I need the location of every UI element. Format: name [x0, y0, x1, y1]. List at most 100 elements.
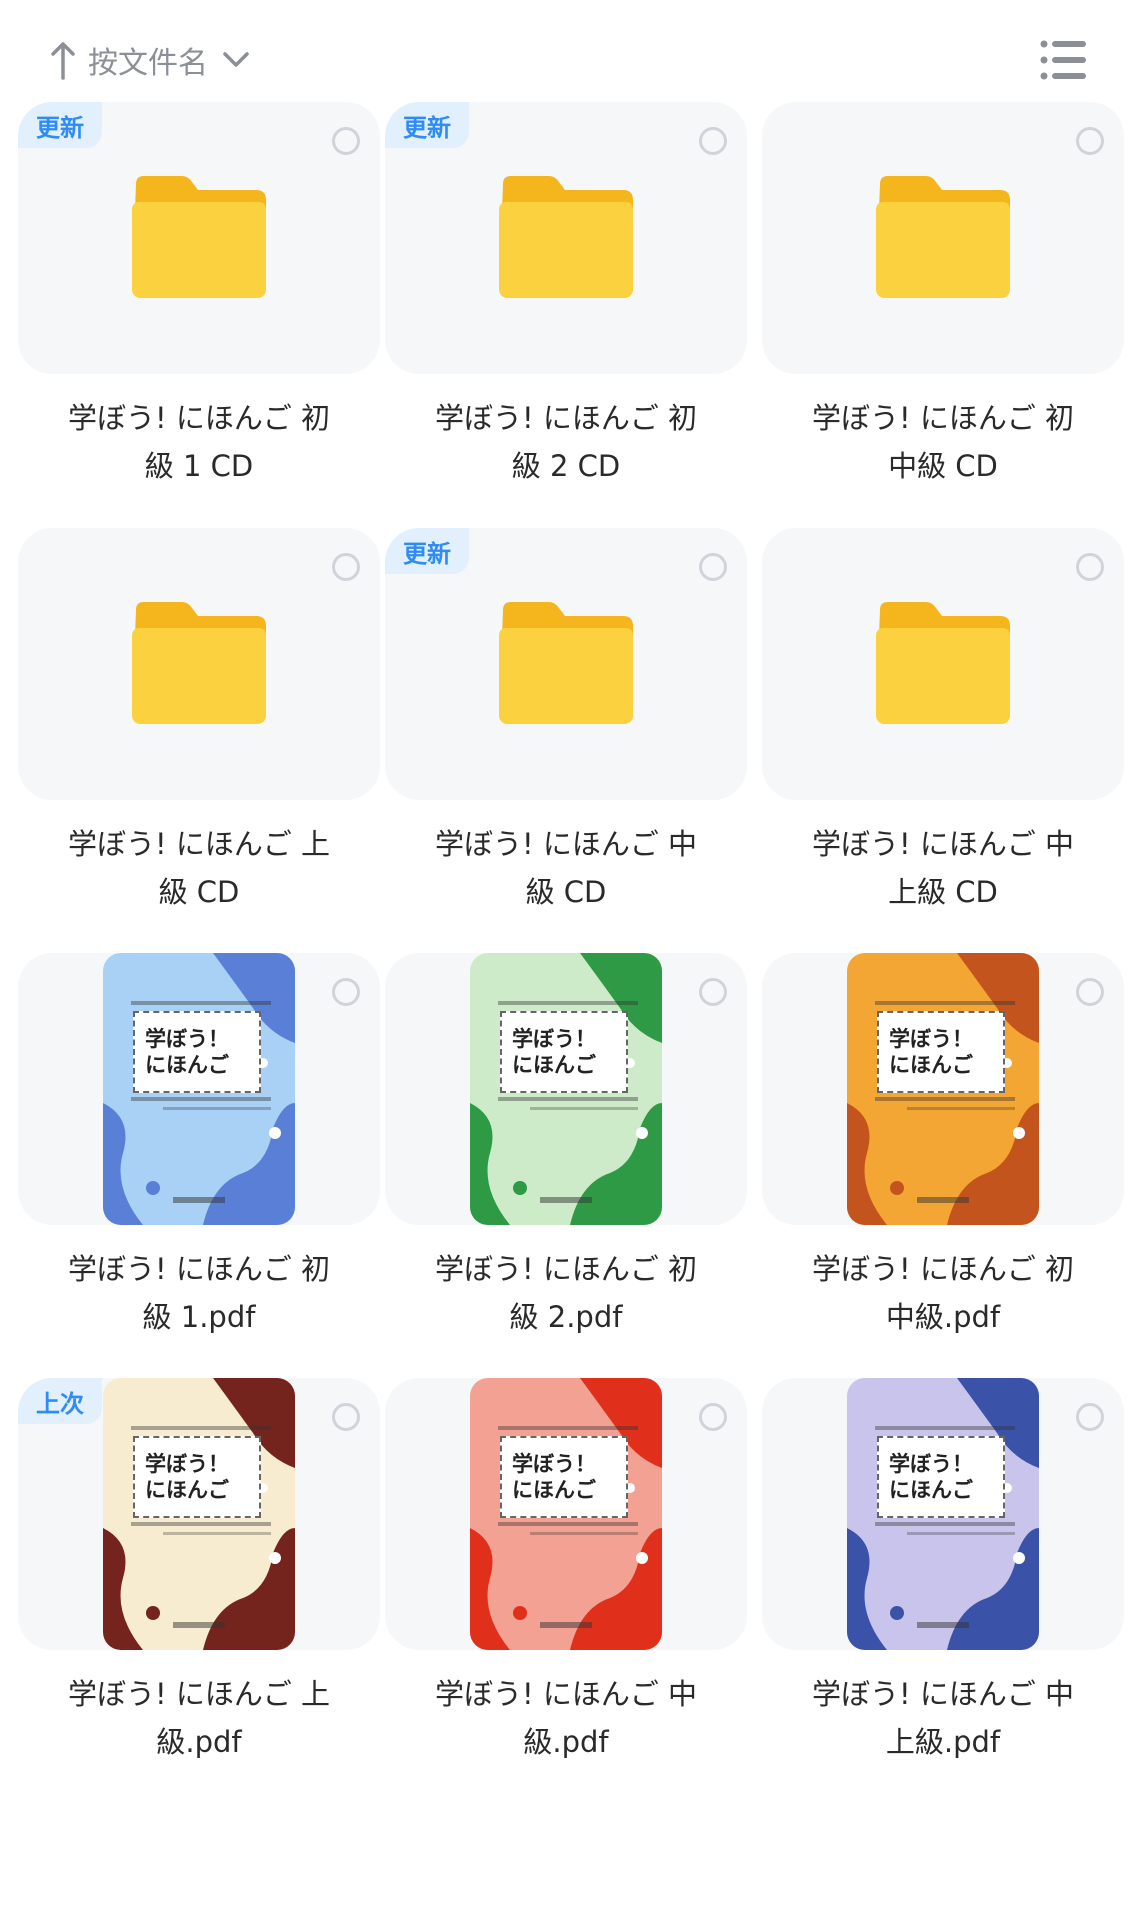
file-name-line2: 級 1.pdf: [142, 1300, 256, 1334]
sort-label: 按文件名: [88, 46, 208, 81]
pdf-cover-thumbnail: 学ぼう！ にほんご: [103, 1378, 295, 1650]
file-name-line1: 学ぼう! にほんご 初: [67, 1252, 331, 1286]
folder-item[interactable]: 学ぼう! にほんご 中上級 CD: [762, 528, 1124, 953]
thumbnail-card[interactable]: 学ぼう！ にほんご 上次: [18, 1378, 380, 1650]
status-badge: 更新: [385, 528, 469, 574]
select-checkbox[interactable]: [332, 978, 360, 1006]
pdf-cover-thumbnail: 学ぼう！ にほんご: [470, 953, 662, 1225]
cover-title: 学ぼう！ にほんご: [877, 1011, 1005, 1093]
cover-title-line2: にほんご: [512, 1053, 596, 1077]
cover-title-line2: にほんご: [889, 1478, 973, 1502]
select-checkbox[interactable]: [1076, 978, 1104, 1006]
select-checkbox[interactable]: [699, 1403, 727, 1431]
pdf-file-item[interactable]: 学ぼう！ にほんご 上次学ぼう! にほんご 上級.pdf: [18, 1378, 380, 1803]
file-name-line2: 上級 CD: [888, 875, 998, 909]
file-name-line2: 中級.pdf: [885, 1300, 1001, 1334]
file-name: 学ぼう! にほんご 初級 1.pdf: [18, 1245, 380, 1341]
file-name-line1: 学ぼう! にほんご 上: [67, 827, 331, 861]
file-name-line1: 学ぼう! にほんご 初: [434, 1252, 698, 1286]
cover-title-line1: 学ぼう！: [145, 1027, 229, 1051]
file-name-line2: 級 CD: [158, 875, 240, 909]
status-badge: 更新: [18, 102, 102, 148]
file-name: 学ぼう! にほんご 中級 CD: [385, 820, 747, 916]
thumbnail-card[interactable]: 学ぼう！ にほんご: [762, 1378, 1124, 1650]
arrow-up-icon: [51, 42, 75, 80]
pdf-cover-thumbnail: 学ぼう！ にほんご: [847, 953, 1039, 1225]
pdf-file-item[interactable]: 学ぼう！ にほんご学ぼう! にほんご 初中級.pdf: [762, 953, 1124, 1378]
select-checkbox[interactable]: [1076, 1403, 1104, 1431]
thumbnail-card[interactable]: [762, 528, 1124, 800]
thumbnail-card[interactable]: 更新: [385, 102, 747, 374]
cover-title-line1: 学ぼう！: [889, 1027, 973, 1051]
cover-title: 学ぼう！ にほんご: [133, 1011, 261, 1093]
folder-icon: [499, 176, 633, 298]
folder-item[interactable]: 更新学ぼう! にほんご 初級 2 CD: [385, 102, 747, 527]
file-name: 学ぼう! にほんご 初級 1 CD: [18, 394, 380, 490]
select-checkbox[interactable]: [332, 1403, 360, 1431]
file-name: 学ぼう! にほんご 中級.pdf: [385, 1670, 747, 1766]
file-name-line1: 学ぼう! にほんご 初: [434, 401, 698, 435]
cover-title-line2: にほんご: [145, 1053, 229, 1077]
pdf-cover-thumbnail: 学ぼう！ にほんご: [847, 1378, 1039, 1650]
file-name-line2: 級.pdf: [523, 1725, 609, 1759]
status-badge: 上次: [18, 1378, 102, 1424]
file-name: 学ぼう! にほんご 上級.pdf: [18, 1670, 380, 1766]
folder-item[interactable]: 更新学ぼう! にほんご 中級 CD: [385, 528, 747, 953]
cover-title: 学ぼう！ にほんご: [500, 1011, 628, 1093]
file-name-line1: 学ぼう! にほんご 初: [811, 1252, 1075, 1286]
cover-title-line1: 学ぼう！: [889, 1452, 973, 1476]
cover-title-line2: にほんご: [512, 1478, 596, 1502]
file-name-line1: 学ぼう! にほんご 中: [434, 1677, 698, 1711]
folder-icon: [499, 602, 633, 724]
select-checkbox[interactable]: [699, 127, 727, 155]
file-name-line2: 上級.pdf: [885, 1725, 1001, 1759]
file-name-line1: 学ぼう! にほんご 中: [434, 827, 698, 861]
folder-icon: [876, 602, 1010, 724]
thumbnail-card[interactable]: 学ぼう！ にほんご: [18, 953, 380, 1225]
thumbnail-card[interactable]: 学ぼう！ にほんご: [385, 1378, 747, 1650]
pdf-cover-thumbnail: 学ぼう！ にほんご: [103, 953, 295, 1225]
thumbnail-card[interactable]: [762, 102, 1124, 374]
folder-icon: [132, 602, 266, 724]
pdf-cover-thumbnail: 学ぼう！ にほんご: [470, 1378, 662, 1650]
folder-item[interactable]: 学ぼう! にほんご 上級 CD: [18, 528, 380, 953]
cover-title-line2: にほんご: [889, 1053, 973, 1077]
select-checkbox[interactable]: [332, 553, 360, 581]
file-name-line1: 学ぼう! にほんご 上: [67, 1677, 331, 1711]
thumbnail-card[interactable]: 更新: [385, 528, 747, 800]
thumbnail-card[interactable]: [18, 528, 380, 800]
select-checkbox[interactable]: [332, 127, 360, 155]
folder-item[interactable]: 学ぼう! にほんご 初中級 CD: [762, 102, 1124, 527]
cover-title: 学ぼう！ にほんご: [877, 1436, 1005, 1518]
file-name-line2: 級 1 CD: [144, 449, 254, 483]
pdf-file-item[interactable]: 学ぼう！ にほんご学ぼう! にほんご 中級.pdf: [385, 1378, 747, 1803]
file-name: 学ぼう! にほんご 中上級.pdf: [762, 1670, 1124, 1766]
cover-title: 学ぼう！ にほんご: [133, 1436, 261, 1518]
file-name: 学ぼう! にほんご 初級 2 CD: [385, 394, 747, 490]
file-name: 学ぼう! にほんご 初中級 CD: [762, 394, 1124, 490]
cover-title-line2: にほんご: [145, 1478, 229, 1502]
folder-item[interactable]: 更新学ぼう! にほんご 初級 1 CD: [18, 102, 380, 527]
sort-control[interactable]: 按文件名: [50, 36, 250, 84]
select-checkbox[interactable]: [699, 978, 727, 1006]
file-name-line2: 級 2 CD: [511, 449, 621, 483]
pdf-file-item[interactable]: 学ぼう！ にほんご学ぼう! にほんご 中上級.pdf: [762, 1378, 1124, 1803]
folder-icon: [876, 176, 1010, 298]
select-checkbox[interactable]: [699, 553, 727, 581]
select-checkbox[interactable]: [1076, 127, 1104, 155]
file-name: 学ぼう! にほんご 上級 CD: [18, 820, 380, 916]
thumbnail-card[interactable]: 学ぼう！ にほんご: [385, 953, 747, 1225]
folder-icon: [132, 176, 266, 298]
thumbnail-card[interactable]: 更新: [18, 102, 380, 374]
pdf-file-item[interactable]: 学ぼう！ にほんご学ぼう! にほんご 初級 1.pdf: [18, 953, 380, 1378]
pdf-file-item[interactable]: 学ぼう！ にほんご学ぼう! にほんご 初級 2.pdf: [385, 953, 747, 1378]
thumbnail-card[interactable]: 学ぼう！ にほんご: [762, 953, 1124, 1225]
list-view-icon[interactable]: [1040, 38, 1088, 82]
cover-title-line1: 学ぼう！: [512, 1452, 596, 1476]
header-bar: 按文件名: [0, 0, 1140, 100]
file-name-line1: 学ぼう! にほんご 初: [67, 401, 331, 435]
file-name: 学ぼう! にほんご 初級 2.pdf: [385, 1245, 747, 1341]
select-checkbox[interactable]: [1076, 553, 1104, 581]
file-name-line2: 級 CD: [525, 875, 607, 909]
file-name-line2: 中級 CD: [888, 449, 998, 483]
